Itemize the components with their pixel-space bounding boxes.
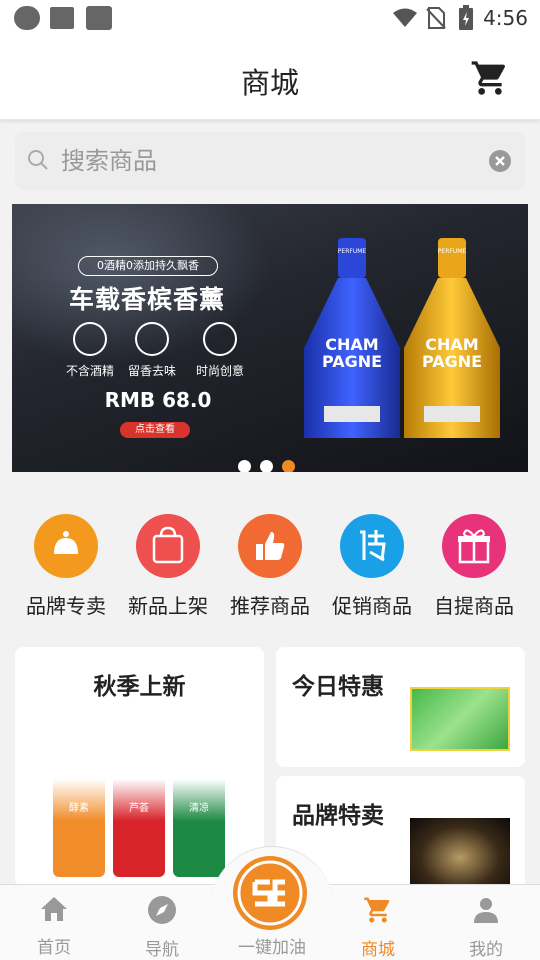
category-row: 品牌专卖 新品上架 推荐商品 促销商品 自提商品 [0, 496, 540, 626]
category-label: 品牌专卖 [26, 594, 106, 618]
search-input[interactable] [61, 140, 461, 182]
pagination-dot[interactable] [260, 460, 273, 472]
image-notification-icon [50, 7, 74, 29]
app-notification-icon [86, 6, 112, 30]
search-icon [28, 150, 48, 170]
banner-cta-button[interactable]: 点击查看 [120, 422, 190, 438]
category-label: 推荐商品 [230, 594, 310, 618]
feature-label: 留香去味 [127, 364, 176, 378]
cart-button[interactable] [470, 58, 510, 98]
tab-home[interactable]: 首页 [0, 895, 108, 958]
category-brand[interactable]: 品牌专卖 [15, 514, 117, 619]
category-recommended[interactable]: 推荐商品 [219, 514, 321, 619]
banner-headline: 车载香槟香薰 [68, 285, 225, 314]
app-header: 商城 [0, 36, 540, 120]
blue-bottle-cap-label: PERFUME [337, 248, 367, 255]
no-sim-icon [426, 7, 446, 29]
category-promotions[interactable]: 促销商品 [321, 514, 423, 619]
tab-label: 商城 [361, 940, 395, 960]
tube-label: 清凉 [189, 803, 209, 814]
banner-feature-lasting-scent: 留香去味 [122, 322, 182, 379]
wifi-icon [393, 8, 417, 27]
battery-icon [459, 5, 473, 30]
tube-label: 芦荟 [129, 803, 149, 814]
gold-bottle-label: CHAM PAGNE [421, 335, 483, 371]
banner-feature-alcohol-free: 不含酒精 [60, 322, 120, 379]
tab-label: 我的 [469, 940, 503, 960]
tab-label-refuel: 一键加油 [238, 938, 306, 958]
banner-price: RMB 68.0 [104, 388, 212, 412]
tube-label: 酵素 [69, 803, 89, 814]
tab-navigation[interactable]: 导航 [108, 895, 216, 960]
promo-banner[interactable]: 0酒精0添加持久飘香 车载香槟香薰 不含酒精 留香去味 时尚创意 RMB 68.… [12, 204, 528, 472]
home-icon [41, 897, 67, 921]
banner-feature-stylish: 时尚创意 [190, 322, 250, 379]
page-title: 商城 [240, 66, 299, 100]
refuel-button[interactable] [233, 856, 307, 930]
drop-icon [73, 322, 107, 356]
clear-search-button[interactable] [489, 150, 511, 172]
pagination-dot-active[interactable] [282, 460, 295, 472]
tab-mall[interactable]: 商城 [324, 895, 432, 960]
fuel-logo-icon [237, 860, 303, 926]
promotion-icon [340, 514, 404, 578]
card-autumn-new[interactable]: 秋季上新 酵素 芦荟 清凉 [15, 647, 264, 887]
category-label: 促销商品 [332, 594, 412, 618]
cart-icon [364, 897, 390, 923]
tab-profile[interactable]: 我的 [432, 895, 540, 960]
category-label: 新品上架 [128, 594, 208, 618]
cart-icon [471, 61, 506, 95]
tissue-product-image [410, 687, 510, 751]
pagination-dot[interactable] [238, 460, 251, 472]
strawberry-tube-image: 芦荟 [113, 737, 165, 877]
card-title: 秋季上新 [93, 674, 186, 700]
category-new-arrivals[interactable]: 新品上架 [117, 514, 219, 619]
feature-label: 不含酒精 [65, 364, 114, 378]
gift-icon [442, 514, 506, 578]
sim-status-icon [14, 6, 40, 30]
person-icon [474, 898, 498, 923]
banner-pagination [238, 458, 304, 472]
status-bar: 4:56 [0, 0, 540, 36]
banner-tagline: 0酒精0添加持久飘香 [78, 256, 218, 276]
orange-tube-image: 酵素 [53, 737, 105, 877]
lightbulb-icon [203, 322, 237, 356]
feature-label: 时尚创意 [195, 364, 244, 378]
close-icon [495, 156, 505, 166]
thumbs-up-icon [238, 514, 302, 578]
tab-label: 导航 [145, 940, 179, 960]
compass-icon [148, 896, 176, 924]
status-time: 4:56 [483, 6, 528, 30]
card-today-deals[interactable]: 今日特惠 [276, 647, 525, 767]
gold-bottle-cap-label: PERFUME [437, 248, 467, 255]
search-bar [15, 132, 525, 190]
tab-label: 首页 [37, 938, 71, 958]
watermelon-tube-image: 清凉 [173, 737, 225, 877]
category-self-pickup[interactable]: 自提商品 [423, 514, 525, 619]
card-title: 品牌特卖 [292, 803, 384, 829]
ufo-product-image [410, 818, 510, 884]
brand-icon [34, 514, 98, 578]
blue-bottle-label: CHAM PAGNE [321, 335, 383, 371]
category-label: 自提商品 [434, 594, 514, 618]
flower-icon [135, 322, 169, 356]
card-title: 今日特惠 [292, 674, 384, 700]
new-arrival-bag-icon [136, 514, 200, 578]
